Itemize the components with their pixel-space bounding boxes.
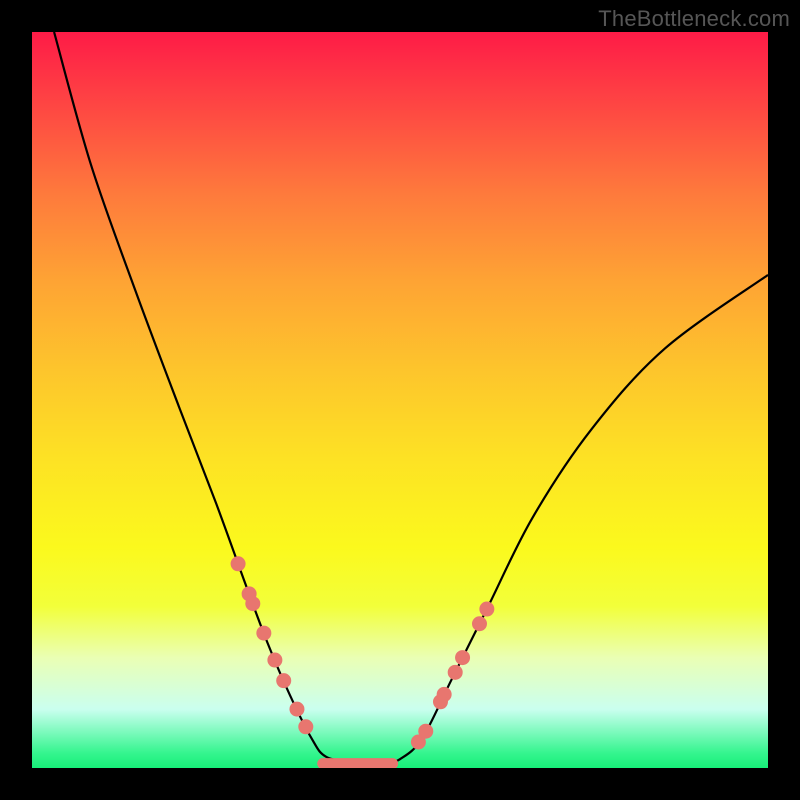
data-point-marker [256,626,271,641]
plot-area [32,32,768,768]
data-point-marker [289,702,304,717]
markers-left-branch [231,556,314,734]
data-point-marker [276,673,291,688]
chart-frame: TheBottleneck.com [0,0,800,800]
data-point-marker [267,653,282,668]
curve-left-branch [54,32,356,764]
watermark-text: TheBottleneck.com [598,6,790,32]
data-point-marker [418,724,433,739]
data-point-marker [231,556,246,571]
data-point-marker [479,602,494,617]
data-point-marker [472,616,487,631]
data-point-marker [437,687,452,702]
data-point-marker [298,719,313,734]
data-point-marker [245,596,260,611]
data-point-marker [448,665,463,680]
curve-svg [32,32,768,768]
data-point-marker [455,650,470,665]
markers-right-branch [411,602,494,750]
